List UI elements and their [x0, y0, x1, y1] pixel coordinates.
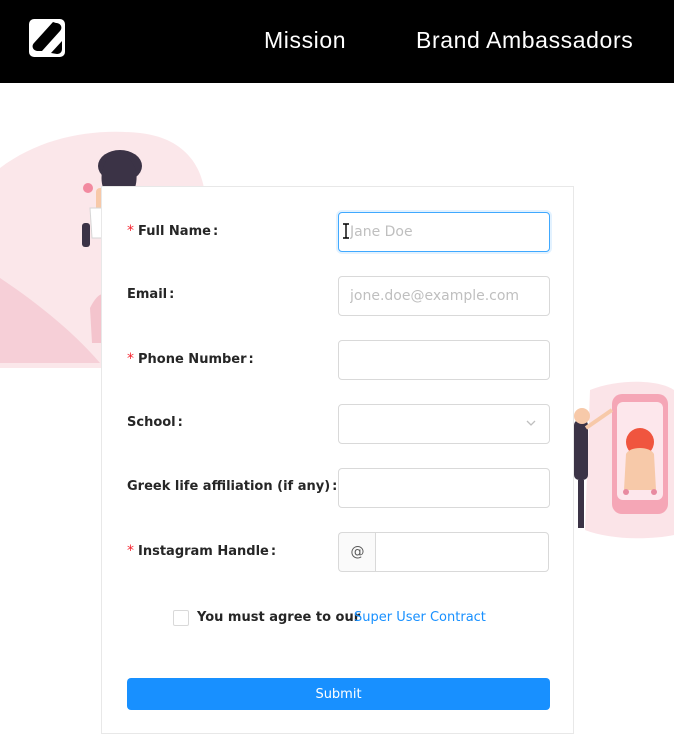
- full-name-label: * Full Name:: [127, 223, 219, 239]
- s-logo-icon[interactable]: [29, 19, 65, 57]
- at-prefix: @: [338, 532, 376, 572]
- nav-mission-link[interactable]: Mission: [264, 27, 346, 54]
- nav-brand-ambassadors-link[interactable]: Brand Ambassadors: [416, 27, 633, 54]
- school-label: School:: [127, 415, 183, 430]
- phone-row: * Phone Number:: [127, 340, 550, 380]
- instagram-label: * Instagram Handle:: [127, 543, 277, 559]
- instagram-input[interactable]: [375, 532, 549, 572]
- instagram-row: * Instagram Handle: @: [127, 532, 550, 572]
- email-label: Email:: [127, 287, 175, 302]
- greek-life-label: Greek life affiliation (if any):: [127, 479, 338, 494]
- school-row: School:: [127, 404, 550, 444]
- required-mark: *: [127, 223, 134, 239]
- phone-label: * Phone Number:: [127, 351, 254, 367]
- required-mark: *: [127, 543, 134, 559]
- page: Mission Brand Ambassadors *Full Name: Em…: [0, 0, 674, 744]
- agree-text: You must agree to our: [197, 610, 361, 625]
- email-row: Email:: [127, 276, 550, 316]
- school-select[interactable]: [338, 404, 550, 444]
- signup-form-card: *Full Name: Email: *Phone Number: School…: [101, 186, 574, 734]
- full-name-input[interactable]: [338, 212, 550, 252]
- chevron-down-icon: [526, 420, 536, 426]
- selfie-illustration: [574, 381, 674, 539]
- top-nav-bar: Mission Brand Ambassadors: [0, 0, 674, 83]
- email-input[interactable]: [338, 276, 550, 316]
- submit-button[interactable]: Submit: [127, 678, 550, 710]
- text-cursor-icon: [343, 223, 349, 239]
- phone-input[interactable]: [338, 340, 550, 380]
- super-user-contract-link[interactable]: Super User Contract: [354, 610, 486, 625]
- greek-life-row: Greek life affiliation (if any):: [127, 468, 550, 508]
- instagram-input-group: @: [338, 532, 550, 572]
- full-name-row: * Full Name:: [127, 212, 550, 252]
- required-mark: *: [127, 351, 134, 367]
- greek-life-input[interactable]: [338, 468, 550, 508]
- agree-checkbox[interactable]: [173, 610, 189, 626]
